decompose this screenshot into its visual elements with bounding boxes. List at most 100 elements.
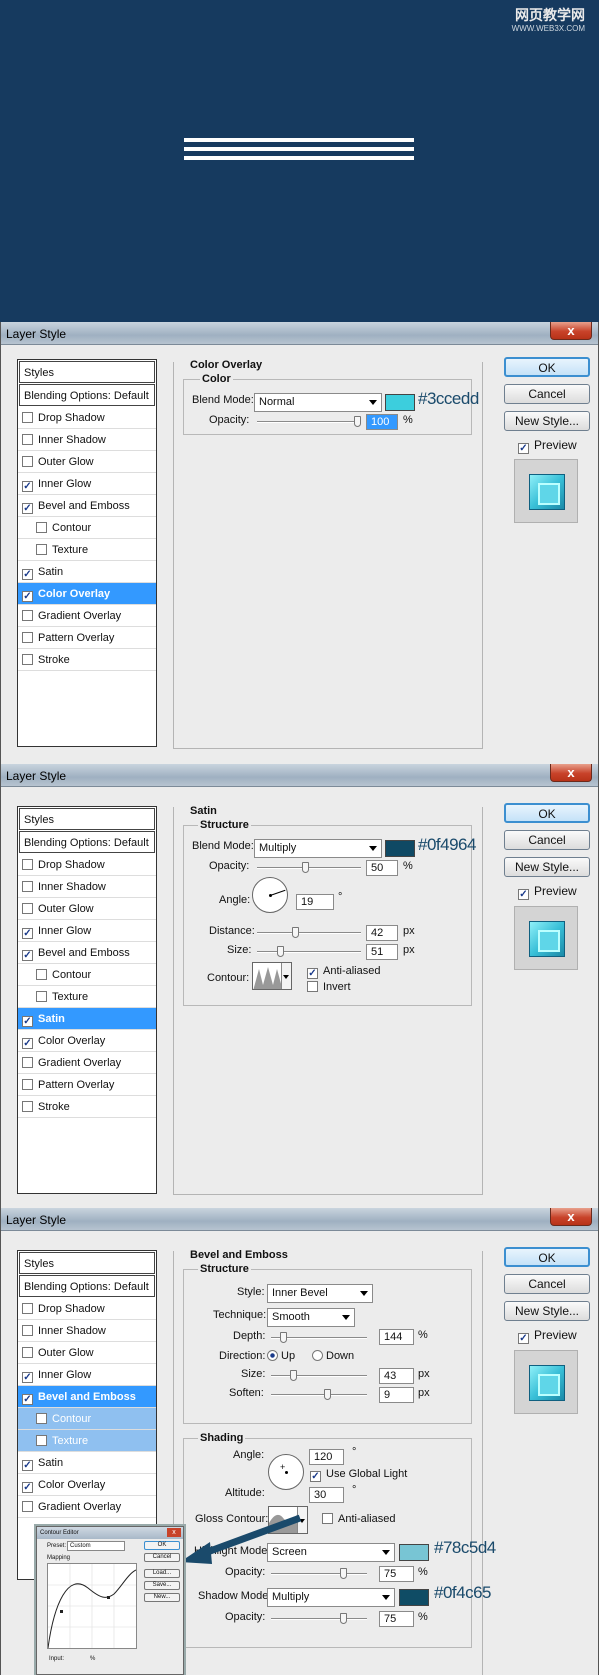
mapping-graph[interactable] xyxy=(47,1563,137,1649)
style-item-blending-options-default[interactable]: Blending Options: Default xyxy=(19,384,155,406)
checkbox-empty-icon[interactable] xyxy=(22,456,33,467)
style-item-drop-shadow[interactable]: Drop Shadow xyxy=(18,407,156,429)
slider-knob[interactable] xyxy=(280,1332,287,1343)
style-item-blending-options-default[interactable]: Blending Options: Default xyxy=(19,831,155,853)
style-item-blending-options-default[interactable]: Blending Options: Default xyxy=(19,1275,155,1297)
style-item-outer-glow[interactable]: Outer Glow xyxy=(18,1342,156,1364)
style-item-outer-glow[interactable]: Outer Glow xyxy=(18,898,156,920)
checkbox-empty-icon[interactable] xyxy=(22,654,33,665)
style-item-contour[interactable]: Contour xyxy=(18,1408,156,1430)
close-button[interactable]: x xyxy=(167,1528,181,1537)
checkbox-empty-icon[interactable] xyxy=(22,632,33,643)
checkbox-checked-icon[interactable]: ✓ xyxy=(22,928,33,939)
highlight-color-swatch[interactable] xyxy=(399,1544,429,1561)
style-item-satin[interactable]: ✓ Satin xyxy=(18,1452,156,1474)
styles-header[interactable]: Styles xyxy=(19,808,155,830)
shadow-mode-select[interactable]: Multiply xyxy=(267,1588,395,1607)
shadow-color-swatch[interactable] xyxy=(399,1589,429,1606)
checkbox-checked-icon[interactable]: ✓ xyxy=(22,950,33,961)
checkbox-empty-icon[interactable] xyxy=(22,1347,33,1358)
style-item-texture[interactable]: Texture xyxy=(18,986,156,1008)
contour-picker[interactable] xyxy=(252,962,292,990)
checkbox-empty-icon[interactable] xyxy=(22,610,33,621)
style-item-color-overlay[interactable]: ✓ Color Overlay xyxy=(18,1030,156,1052)
ok-button[interactable]: OK xyxy=(504,357,590,377)
style-item-outer-glow[interactable]: Outer Glow xyxy=(18,451,156,473)
checkbox-checked-icon[interactable]: ✓ xyxy=(22,481,33,492)
checkbox-checked-icon[interactable]: ✓ xyxy=(22,1394,33,1405)
style-item-stroke[interactable]: Stroke xyxy=(18,649,156,671)
slider-knob[interactable] xyxy=(354,416,361,427)
checkbox-checked-icon[interactable]: ✓ xyxy=(22,1038,33,1049)
style-item-inner-shadow[interactable]: Inner Shadow xyxy=(18,1320,156,1342)
slider-knob[interactable] xyxy=(277,946,284,957)
checkbox-empty-icon[interactable] xyxy=(22,859,33,870)
highlight-opacity-slider[interactable] xyxy=(271,1568,367,1579)
size-slider[interactable] xyxy=(257,946,361,957)
checkbox-empty-icon[interactable] xyxy=(36,522,47,533)
slider-knob[interactable] xyxy=(290,1370,297,1381)
close-button[interactable]: x xyxy=(550,1208,592,1226)
blend-mode-select[interactable]: Normal xyxy=(254,393,382,412)
checkbox-checked-icon[interactable]: ✓ xyxy=(22,1016,33,1027)
checkbox-empty-icon[interactable] xyxy=(22,1501,33,1512)
checkbox-empty-icon[interactable] xyxy=(22,881,33,892)
style-item-gradient-overlay[interactable]: Gradient Overlay xyxy=(18,1052,156,1074)
preview-checkbox[interactable]: ✓ Preview xyxy=(518,438,577,454)
checkbox-checked-icon[interactable]: ✓ xyxy=(22,1482,33,1493)
checkbox-empty-icon[interactable] xyxy=(36,991,47,1002)
style-item-bevel-and-emboss[interactable]: ✓ Bevel and Emboss xyxy=(18,1386,156,1408)
highlight-opacity-field[interactable]: 75 xyxy=(379,1566,414,1582)
preview-checkbox[interactable]: ✓ Preview xyxy=(518,1328,577,1344)
new-style-button[interactable]: New Style... xyxy=(504,411,590,431)
style-item-pattern-overlay[interactable]: Pattern Overlay xyxy=(18,627,156,649)
new-style-button[interactable]: New Style... xyxy=(504,857,590,877)
checkbox-empty-icon[interactable] xyxy=(22,1325,33,1336)
style-item-drop-shadow[interactable]: Drop Shadow xyxy=(18,854,156,876)
ok-button[interactable]: OK xyxy=(504,1247,590,1267)
preset-select[interactable]: Custom xyxy=(67,1541,125,1551)
gloss-anti-aliased-checkbox[interactable]: Anti-aliased xyxy=(322,1513,395,1525)
slider-knob[interactable] xyxy=(340,1568,347,1579)
style-item-contour[interactable]: Contour xyxy=(18,517,156,539)
angle-field[interactable]: 120 xyxy=(309,1449,344,1465)
contour-cancel-button[interactable]: Cancel xyxy=(144,1553,180,1562)
checkbox-empty-icon[interactable] xyxy=(22,1101,33,1112)
style-item-stroke[interactable]: Stroke xyxy=(18,1096,156,1118)
slider-knob[interactable] xyxy=(324,1389,331,1400)
technique-select[interactable]: Smooth xyxy=(267,1308,355,1327)
close-button[interactable]: x xyxy=(550,322,592,340)
color-swatch[interactable] xyxy=(385,394,415,411)
contour-ok-button[interactable]: OK xyxy=(144,1541,180,1550)
opacity-slider[interactable] xyxy=(257,416,361,427)
contour-dropdown[interactable] xyxy=(281,963,291,989)
preview-checkbox[interactable]: ✓ Preview xyxy=(518,884,577,900)
style-item-inner-glow[interactable]: ✓ Inner Glow xyxy=(18,473,156,495)
cancel-button[interactable]: Cancel xyxy=(504,1274,590,1294)
style-item-color-overlay[interactable]: ✓ Color Overlay xyxy=(18,1474,156,1496)
color-swatch[interactable] xyxy=(385,840,415,857)
style-item-inner-glow[interactable]: ✓ Inner Glow xyxy=(18,1364,156,1386)
style-item-gradient-overlay[interactable]: Gradient Overlay xyxy=(18,605,156,627)
checkbox-empty-icon[interactable] xyxy=(36,544,47,555)
depth-field[interactable]: 144 xyxy=(379,1329,414,1345)
styles-header[interactable]: Styles xyxy=(19,1252,155,1274)
checkbox-empty-icon[interactable] xyxy=(22,434,33,445)
style-item-inner-shadow[interactable]: Inner Shadow xyxy=(18,876,156,898)
checkbox-empty-icon[interactable] xyxy=(36,1435,47,1446)
style-item-pattern-overlay[interactable]: Pattern Overlay xyxy=(18,1074,156,1096)
contour-load-button[interactable]: Load... xyxy=(144,1569,180,1578)
style-item-bevel-and-emboss[interactable]: ✓ Bevel and Emboss xyxy=(18,942,156,964)
altitude-field[interactable]: 30 xyxy=(309,1487,344,1503)
distance-slider[interactable] xyxy=(257,927,361,938)
style-item-contour[interactable]: Contour xyxy=(18,964,156,986)
slider-knob[interactable] xyxy=(340,1613,347,1624)
style-select[interactable]: Inner Bevel xyxy=(267,1284,373,1303)
contour-new-button[interactable]: New... xyxy=(144,1593,180,1602)
ok-button[interactable]: OK xyxy=(504,803,590,823)
opacity-slider[interactable] xyxy=(257,862,361,873)
checkbox-empty-icon[interactable] xyxy=(22,1079,33,1090)
angle-dial[interactable]: + xyxy=(268,1454,304,1490)
opacity-field[interactable]: 100 xyxy=(366,414,398,430)
checkbox-checked-icon[interactable]: ✓ xyxy=(22,1372,33,1383)
